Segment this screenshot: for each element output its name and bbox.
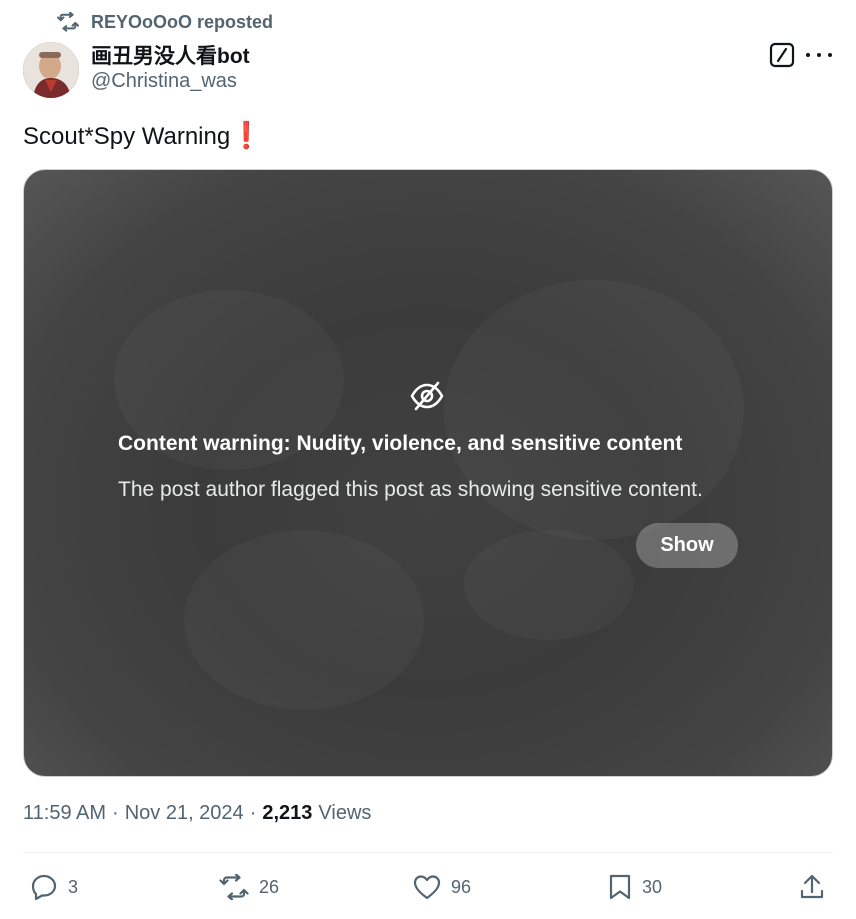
- bookmark-icon: [609, 874, 631, 900]
- reply-button[interactable]: 3: [30, 872, 78, 902]
- more-options-button[interactable]: [806, 43, 832, 67]
- like-count: 96: [451, 876, 472, 897]
- bookmark-count: 30: [642, 876, 663, 897]
- eye-slash-icon: [409, 380, 445, 412]
- avatar-image: [23, 42, 79, 98]
- repost-label: REYOoOoO reposted: [91, 11, 274, 32]
- repost-header[interactable]: REYOoOoO reposted: [57, 10, 273, 34]
- avatar[interactable]: [23, 42, 79, 98]
- author-handle[interactable]: @Christina_was: [91, 70, 237, 93]
- post-meta: 11:59 AM · Nov 21, 2024 · 2,213 Views: [23, 802, 371, 825]
- more-icon: [806, 53, 810, 57]
- views-count: 2,213: [262, 802, 313, 824]
- share-icon: [800, 874, 824, 899]
- post-date[interactable]: Nov 21, 2024: [125, 802, 244, 825]
- post-text: Scout*Spy Warning❗: [23, 120, 263, 151]
- post-body: Scout*Spy Warning: [23, 123, 231, 150]
- heart-icon: [413, 875, 441, 900]
- author-display-name[interactable]: 画丑男没人看bot: [91, 40, 250, 70]
- repost-icon: [57, 12, 79, 32]
- grok-button[interactable]: [769, 42, 795, 68]
- warning-emoji: ❗: [230, 120, 263, 150]
- content-warning-title: Content warning: Nudity, violence, and s…: [118, 432, 683, 455]
- reply-count: 3: [68, 876, 79, 897]
- post-time[interactable]: 11:59 AM: [23, 802, 106, 825]
- share-button[interactable]: [799, 872, 835, 902]
- bookmark-button[interactable]: 30: [608, 872, 662, 902]
- retweet-icon: [219, 874, 249, 900]
- show-button[interactable]: Show: [636, 523, 738, 568]
- reply-icon: [31, 874, 57, 901]
- retweet-button[interactable]: 26: [219, 872, 279, 902]
- grok-icon: [769, 42, 795, 68]
- like-button[interactable]: 96: [413, 872, 471, 902]
- meta-separator-2: ·: [249, 802, 257, 824]
- content-warning-description: The post author flagged this post as sho…: [118, 478, 703, 501]
- retweet-count: 26: [259, 876, 280, 897]
- sensitive-media[interactable]: [23, 169, 833, 777]
- meta-separator: ·: [112, 802, 119, 824]
- views-label: Views: [318, 802, 372, 824]
- divider: [23, 852, 833, 853]
